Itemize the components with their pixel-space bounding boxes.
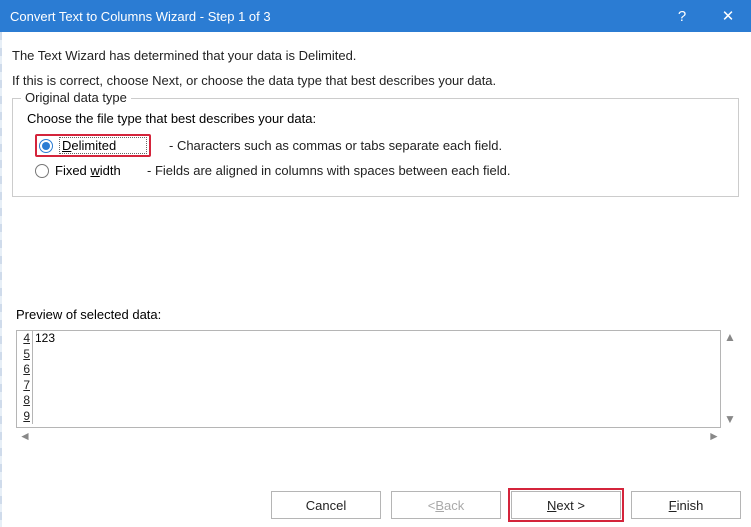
row-num: 4 [17,331,33,347]
scroll-left-icon[interactable]: ◄ [18,429,32,443]
table-row: 5 [17,347,720,363]
row-val [33,378,35,394]
help-button[interactable]: ? [659,0,705,32]
fixed-width-label: Fixed width [55,163,143,178]
table-row: 9 [17,409,720,425]
scroll-up-icon[interactable]: ▲ [723,330,737,344]
preview-box[interactable]: 4123 5 6 7 8 9 [16,330,721,428]
scroll-right-icon[interactable]: ► [707,429,721,443]
group-legend: Original data type [21,90,131,105]
option-fixed-width[interactable]: Fixed width - Fields are aligned in colu… [35,163,728,178]
window-left-edge [0,32,2,527]
close-button[interactable]: ✕ [705,0,751,32]
row-num: 9 [17,409,33,425]
row-num: 5 [17,347,33,363]
table-row: 8 [17,393,720,409]
table-row: 6 [17,362,720,378]
back-button: < Back [391,491,501,519]
table-row: 4123 [17,331,720,347]
delimited-label: Delimited [59,137,147,154]
cancel-button[interactable]: Cancel [271,491,381,519]
row-val [33,347,35,363]
preview-label: Preview of selected data: [16,307,739,322]
preview-area: 4123 5 6 7 8 9 ▲ ▼ ◄ ► [12,330,739,442]
row-num: 6 [17,362,33,378]
option-delimited[interactable]: Delimited - Characters such as commas or… [35,134,728,157]
delimited-highlight: Delimited [35,134,151,157]
radio-fixed-width[interactable] [35,164,49,178]
row-num: 8 [17,393,33,409]
fixed-width-desc: - Fields are aligned in columns with spa… [147,163,510,178]
row-val [33,393,35,409]
choose-prompt: Choose the file type that best describes… [27,111,728,126]
scroll-down-icon[interactable]: ▼ [723,412,737,426]
titlebar: Convert Text to Columns Wizard - Step 1 … [0,0,751,32]
radio-delimited[interactable] [39,139,53,153]
row-val [33,409,35,425]
original-data-type-group: Original data type Choose the file type … [12,98,739,197]
button-row: Cancel < Back Next > Finish [271,491,741,519]
row-num: 7 [17,378,33,394]
dialog-content: The Text Wizard has determined that your… [0,32,751,442]
next-button[interactable]: Next > [511,491,621,519]
delimited-desc: - Characters such as commas or tabs sepa… [169,138,502,153]
table-row: 7 [17,378,720,394]
window-title: Convert Text to Columns Wizard - Step 1 … [10,9,271,24]
row-val: 123 [33,331,55,347]
intro-text-1: The Text Wizard has determined that your… [12,48,739,63]
intro-text-2: If this is correct, choose Next, or choo… [12,73,739,88]
finish-button[interactable]: Finish [631,491,741,519]
row-val [33,362,35,378]
